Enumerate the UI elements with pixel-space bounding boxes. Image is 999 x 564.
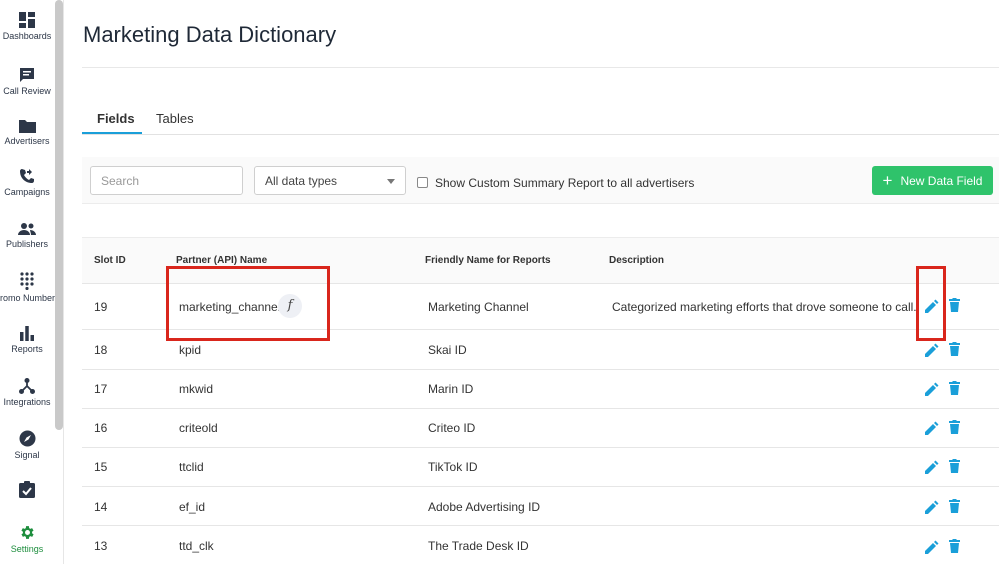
new-data-field-button-label: New Data Field [900, 173, 983, 188]
trash-icon[interactable] [949, 420, 960, 434]
trash-icon[interactable] [949, 459, 960, 473]
highlight-box-api-name [166, 266, 330, 341]
trash-icon[interactable] [949, 298, 960, 312]
dashboard-icon [19, 12, 35, 28]
friendly-name-cell: Adobe Advertising ID [428, 500, 541, 514]
clipboard-check-icon [19, 481, 35, 498]
table-row: 14 ef_id Adobe Advertising ID [82, 486, 999, 525]
slot-id-cell: 16 [94, 421, 108, 435]
plus-icon: + [882, 171, 893, 190]
search-input[interactable] [90, 166, 243, 195]
slot-id-cell: 13 [94, 539, 108, 553]
highlight-box-edit [916, 266, 946, 341]
sidebar-item-campaigns[interactable]: Campaigns [0, 168, 54, 197]
edit-icon[interactable] [925, 421, 939, 435]
sidebar-item-advertisers[interactable]: Advertisers [0, 118, 54, 146]
table-row: 16 criteold Criteo ID [82, 408, 999, 447]
network-icon [19, 378, 35, 394]
friendly-name-cell: Criteo ID [428, 421, 476, 435]
api-name-cell: ef_id [179, 500, 206, 514]
sidebar-item-integrations[interactable]: Integrations [0, 378, 54, 407]
table-row: 13 ttd_clk The Trade Desk ID [82, 525, 999, 564]
compass-icon [19, 430, 35, 447]
edit-icon[interactable] [925, 460, 939, 474]
table-row: 17 mkwid Marin ID [82, 369, 999, 408]
sidebar-item-label: Settings [10, 544, 44, 554]
slot-id-cell: 15 [94, 460, 108, 474]
column-header-friendly-name[interactable]: Friendly Name for Reports [425, 255, 551, 266]
api-name-cell: mkwid [179, 382, 214, 396]
api-name-cell: criteold [179, 421, 218, 435]
show-summary-checkbox[interactable] [417, 177, 428, 188]
friendly-name-cell: Marin ID [428, 382, 474, 396]
sidebar-item-label: Integrations [3, 397, 51, 407]
slot-id-cell: 19 [94, 300, 108, 314]
sidebar-item-label: Advertisers [4, 136, 50, 146]
sidebar-item-label: Campaigns [4, 187, 50, 197]
sidebar-item-label: Publishers [5, 239, 49, 249]
page-title: Marketing Data Dictionary [83, 22, 337, 47]
trash-icon[interactable] [949, 381, 960, 395]
call-review-icon [20, 68, 34, 82]
chevron-down-icon [387, 179, 395, 184]
sidebar-item-settings[interactable]: Settings [0, 524, 54, 554]
edit-icon[interactable] [925, 500, 939, 514]
column-header-description[interactable]: Description [609, 255, 664, 266]
slot-id-cell: 17 [94, 382, 108, 396]
edit-icon[interactable] [925, 343, 939, 357]
sidebar-item-label: Dashboards [2, 31, 52, 41]
friendly-name-cell: The Trade Desk ID [428, 539, 529, 553]
new-data-field-button[interactable]: + New Data Field [872, 166, 993, 195]
tabs-divider [82, 134, 999, 135]
column-header-slot-id[interactable]: Slot ID [94, 255, 126, 266]
show-summary-checkbox-label[interactable]: Show Custom Summary Report to all advert… [435, 176, 694, 190]
sidebar-item-publishers[interactable]: Publishers [0, 222, 54, 249]
friendly-name-cell: Marketing Channel [428, 300, 529, 314]
data-type-select[interactable]: All data types [254, 166, 406, 195]
sidebar-item-label: Promo Number [0, 293, 56, 303]
tab-tables[interactable]: Tables [156, 111, 194, 126]
sidebar-item-dashboards[interactable]: Dashboards [0, 12, 54, 41]
sidebar-scrollbar[interactable] [55, 0, 63, 430]
description-cell: Categorized marketing efforts that drove… [612, 300, 917, 314]
api-name-cell: kpid [179, 343, 202, 357]
slot-id-cell: 14 [94, 500, 108, 514]
api-name-cell: ttd_clk [179, 539, 214, 553]
gear-icon [20, 526, 34, 539]
sidebar-item-label: Call Review [3, 86, 51, 96]
people-icon [18, 223, 36, 235]
column-header-api-name[interactable]: Partner (API) Name [176, 255, 267, 266]
sidebar-item-label: Signal [14, 450, 40, 460]
trash-icon[interactable] [949, 499, 960, 513]
slot-id-cell: 18 [94, 343, 108, 357]
sidebar-item-signal[interactable]: Signal [0, 430, 54, 460]
folder-icon [18, 120, 36, 133]
data-type-select-value: All data types [265, 174, 338, 188]
friendly-name-cell: Skai ID [428, 343, 467, 357]
sidebar-item-promo-number[interactable]: Promo Number [0, 272, 56, 303]
sidebar: Dashboards Call Review Advertisers Campa… [0, 0, 64, 564]
friendly-name-cell: TikTok ID [428, 460, 478, 474]
trash-icon[interactable] [949, 539, 960, 553]
header-divider [82, 67, 999, 68]
bar-chart-icon [20, 326, 34, 341]
api-name-cell: ttclid [179, 460, 204, 474]
edit-icon[interactable] [925, 382, 939, 396]
sidebar-item-reports[interactable]: Reports [0, 326, 54, 354]
sidebar-item-tasks[interactable] [0, 481, 54, 501]
table-row: 15 ttclid TikTok ID [82, 447, 999, 486]
sidebar-item-call-review[interactable]: Call Review [0, 67, 54, 96]
edit-icon[interactable] [925, 540, 939, 554]
trash-icon[interactable] [949, 342, 960, 356]
dialpad-icon [20, 272, 34, 290]
tab-fields[interactable]: Fields [97, 111, 135, 126]
sidebar-item-label: Reports [11, 344, 43, 354]
phone-forward-icon [20, 169, 34, 183]
